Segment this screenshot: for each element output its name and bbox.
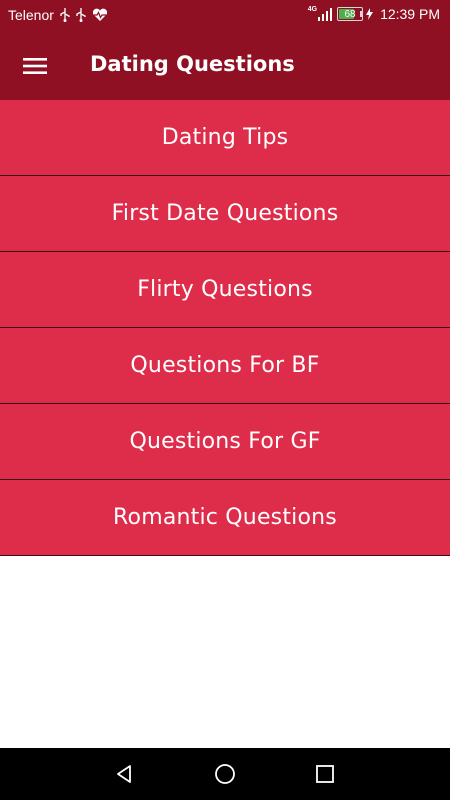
menu-item-questions-for-gf[interactable]: Questions For GF: [0, 404, 450, 480]
battery-level: 68: [344, 8, 356, 20]
signal-icon: 4G: [307, 5, 333, 21]
back-icon[interactable]: [113, 762, 137, 786]
hamburger-menu-icon[interactable]: [14, 46, 56, 86]
navigation-bar: [0, 748, 450, 800]
heart-rate-icon: [92, 8, 108, 22]
battery-icon: 68: [337, 7, 364, 21]
category-list: Dating Tips First Date Questions Flirty …: [0, 100, 450, 556]
menu-item-questions-for-bf[interactable]: Questions For BF: [0, 328, 450, 404]
page-title: Dating Questions: [90, 52, 295, 76]
usb-icon: [76, 8, 86, 22]
menu-item-romantic-questions[interactable]: Romantic Questions: [0, 480, 450, 556]
usb-icon: [60, 8, 70, 22]
app-bar: Dating Questions: [0, 32, 450, 100]
status-left: Telenor: [8, 7, 108, 23]
battery-body: 68: [337, 7, 364, 21]
menu-item-dating-tips[interactable]: Dating Tips: [0, 100, 450, 176]
status-time: 12:39 PM: [380, 6, 440, 22]
status-bar: Telenor 4G 68 12:39 PM: [0, 0, 450, 32]
home-icon[interactable]: [213, 762, 237, 786]
menu-item-flirty-questions[interactable]: Flirty Questions: [0, 252, 450, 328]
menu-item-first-date-questions[interactable]: First Date Questions: [0, 176, 450, 252]
network-badge: 4G: [307, 5, 318, 13]
charging-icon: [366, 8, 374, 20]
recents-icon[interactable]: [313, 762, 337, 786]
carrier-label: Telenor: [8, 7, 54, 23]
status-right: 4G 68 12:39 PM: [307, 5, 440, 23]
